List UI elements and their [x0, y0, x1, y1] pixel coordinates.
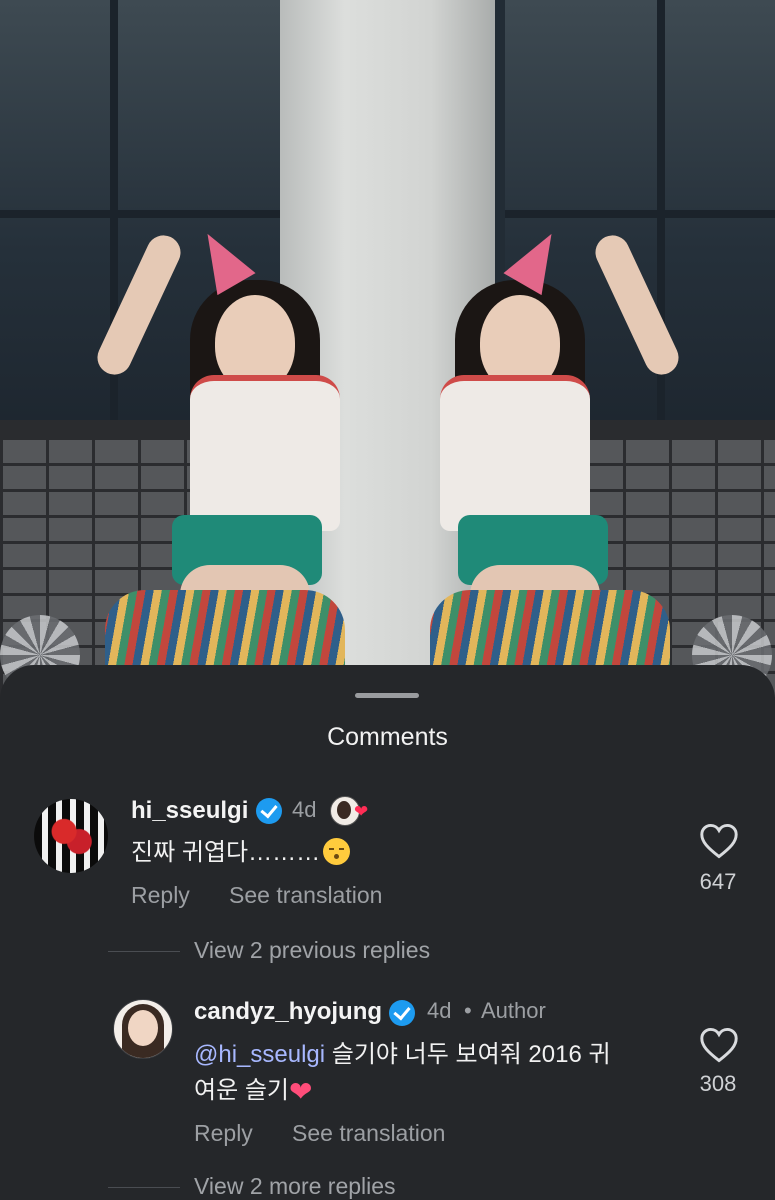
reply-button[interactable]: Reply [131, 882, 190, 909]
thread-line [108, 1187, 180, 1188]
verified-badge-icon [389, 1000, 415, 1026]
reply-text-line2: 여운 슬기 [194, 1077, 289, 1104]
comment-text: 진짜 귀엽다……… [131, 835, 351, 871]
like-count: 308 [699, 1071, 737, 1096]
comment-text-body: 진짜 귀엽다……… [131, 839, 321, 866]
verified-badge-icon [256, 798, 282, 824]
view-previous-replies-link[interactable]: View 2 previous replies [194, 937, 430, 964]
see-translation-button[interactable]: See translation [292, 1120, 445, 1147]
avatar-hi-sseulgi[interactable] [34, 799, 108, 873]
view-more-replies-link[interactable]: View 2 more replies [194, 1173, 396, 1200]
like-heart-icon[interactable] [699, 823, 739, 859]
meta-separator: • [464, 998, 472, 1023]
comment-time: 4d [292, 797, 317, 822]
thread-line [108, 951, 180, 952]
reply-text: @hi_sseulgi 슬기야 너두 보여줘 2016 귀 여운 슬기❤ [194, 1037, 664, 1110]
heart-emoji-icon: ❤ [289, 1076, 313, 1107]
like-count: 647 [699, 869, 737, 894]
reply-button[interactable]: Reply [194, 1120, 253, 1147]
reply-username[interactable]: candyz_hyojung [194, 998, 382, 1026]
like-heart-icon[interactable] [699, 1027, 739, 1063]
drag-handle[interactable] [355, 693, 419, 698]
reply-text-line1: 슬기야 너두 보여줘 2016 귀 [325, 1041, 611, 1068]
rug-left [105, 590, 345, 670]
comment-username[interactable]: hi_sseulgi [131, 797, 248, 825]
author-badge: Author [481, 998, 546, 1023]
rug-right [430, 590, 670, 670]
avatar-candyz-hyojung[interactable] [113, 999, 173, 1059]
mention-link[interactable]: @hi_sseulgi [194, 1041, 325, 1068]
comments-sheet: Comments hi_sseulgi 4d ❤ 진짜 귀엽다……… Reply… [0, 665, 775, 1200]
reply-time: 4d [427, 998, 452, 1023]
see-translation-button[interactable]: See translation [229, 882, 382, 909]
author-liked-heart-icon: ❤ [354, 802, 369, 821]
post-photo[interactable] [0, 0, 775, 700]
kissing-face-emoji-icon [323, 838, 351, 865]
sheet-title: Comments [327, 723, 448, 751]
